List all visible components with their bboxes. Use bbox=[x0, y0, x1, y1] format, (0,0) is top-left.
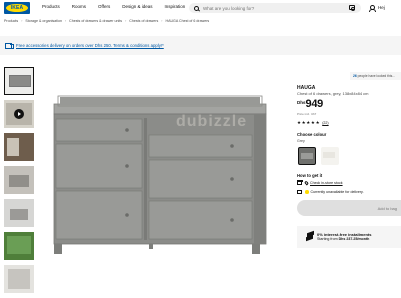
breadcrumb-item[interactable]: Storage & organisation bbox=[25, 19, 62, 23]
thumbnail[interactable] bbox=[4, 232, 34, 260]
nav-inspiration[interactable]: Inspiration bbox=[164, 4, 185, 9]
search-bar[interactable] bbox=[189, 3, 361, 13]
user-icon[interactable] bbox=[369, 5, 376, 12]
camera-icon[interactable] bbox=[349, 5, 355, 11]
installments-text: Starting from Dhs 237.25/month bbox=[317, 237, 369, 241]
delivery-box-icon bbox=[297, 190, 302, 194]
store-stock-link[interactable]: Check in-store stock bbox=[310, 181, 343, 185]
ikea-logo[interactable]: IKEA bbox=[4, 2, 30, 14]
price-note: Price incl. VAT bbox=[297, 112, 317, 116]
price-currency: Dhs bbox=[297, 100, 306, 105]
breadcrumb-item[interactable]: Chests of drawers & drawer units bbox=[69, 19, 122, 23]
nav-offers[interactable]: Offers bbox=[98, 4, 110, 9]
swatch-white[interactable] bbox=[321, 147, 339, 165]
location-pin-icon bbox=[304, 180, 309, 186]
thumbnail-list bbox=[4, 67, 36, 298]
status-dot bbox=[305, 190, 309, 194]
nav-products[interactable]: Products bbox=[42, 4, 60, 9]
thumbnail[interactable] bbox=[4, 67, 34, 95]
social-text: people have looked this... bbox=[357, 74, 396, 78]
star-icon: ★ bbox=[297, 120, 302, 125]
review-count[interactable]: (22) bbox=[322, 121, 328, 125]
breadcrumb-current: HAUGA Chest of 6 drawers bbox=[165, 19, 210, 23]
product-description: Chest of 6 drawers, grey, 138x84x84 cm bbox=[297, 91, 369, 96]
delivery-status: Currently unavailable for delivery. bbox=[310, 190, 364, 194]
watermark: dubizzle bbox=[176, 113, 248, 130]
viewer-count: 26 bbox=[353, 74, 357, 78]
site-header: IKEA Products Rooms Offers Design & idea… bbox=[0, 0, 401, 16]
delivery-banner: Free accessories delivery on orders over… bbox=[0, 36, 401, 55]
search-input[interactable] bbox=[203, 5, 343, 11]
add-to-bag-button[interactable]: Add to bag bbox=[297, 200, 401, 216]
how-to-get-heading: How to get it bbox=[297, 173, 323, 178]
installments-amount: Dhs 237.25/month bbox=[338, 237, 370, 241]
choose-colour-heading: Choose colour bbox=[297, 132, 327, 137]
main-nav: Products Rooms Offers Design & ideas Ins… bbox=[42, 4, 185, 9]
payment-logo-icon bbox=[306, 232, 314, 240]
banner-link[interactable]: Free accessories delivery on orders over… bbox=[16, 43, 164, 48]
delivery-row: Currently unavailable for delivery. bbox=[297, 190, 364, 194]
star-icon: ★ bbox=[306, 120, 311, 125]
star-icon: ★ bbox=[310, 120, 315, 125]
breadcrumb-item[interactable]: Chests of drawers bbox=[129, 19, 158, 23]
breadcrumb: Products › Storage & organisation › Chests… bbox=[4, 19, 210, 23]
store-stock-row[interactable]: Check in-store stock bbox=[297, 180, 343, 186]
nav-rooms[interactable]: Rooms bbox=[72, 4, 86, 9]
thumbnail[interactable] bbox=[4, 265, 34, 293]
thumbnail[interactable] bbox=[4, 166, 34, 194]
logo-text: IKEA bbox=[6, 4, 28, 12]
selected-colour: Grey bbox=[297, 139, 305, 143]
swatch-grey[interactable] bbox=[298, 147, 316, 165]
play-icon bbox=[14, 109, 24, 119]
nav-design-ideas[interactable]: Design & ideas bbox=[122, 4, 152, 9]
search-icon bbox=[194, 5, 199, 11]
star-icon: ★ bbox=[301, 120, 306, 125]
thumbnail-video[interactable] bbox=[4, 100, 34, 128]
thumbnail[interactable] bbox=[4, 133, 34, 161]
thumbnail[interactable] bbox=[4, 199, 34, 227]
social-proof: 26 people have looked this... bbox=[350, 72, 401, 80]
greeting[interactable]: Hej bbox=[378, 5, 385, 10]
breadcrumb-item[interactable]: Products bbox=[4, 19, 18, 23]
installments-prefix: Starting from bbox=[317, 237, 338, 241]
star-half-icon: ★ bbox=[315, 120, 320, 125]
truck-icon bbox=[5, 43, 14, 49]
product-price: Dhs 949 bbox=[297, 99, 323, 110]
installments-box: 0% interest-free installments Starting f… bbox=[297, 226, 401, 248]
store-icon bbox=[297, 180, 303, 185]
price-amount: 949 bbox=[305, 98, 324, 110]
rating[interactable]: ★ ★ ★ ★ ★ (22) bbox=[297, 120, 329, 126]
